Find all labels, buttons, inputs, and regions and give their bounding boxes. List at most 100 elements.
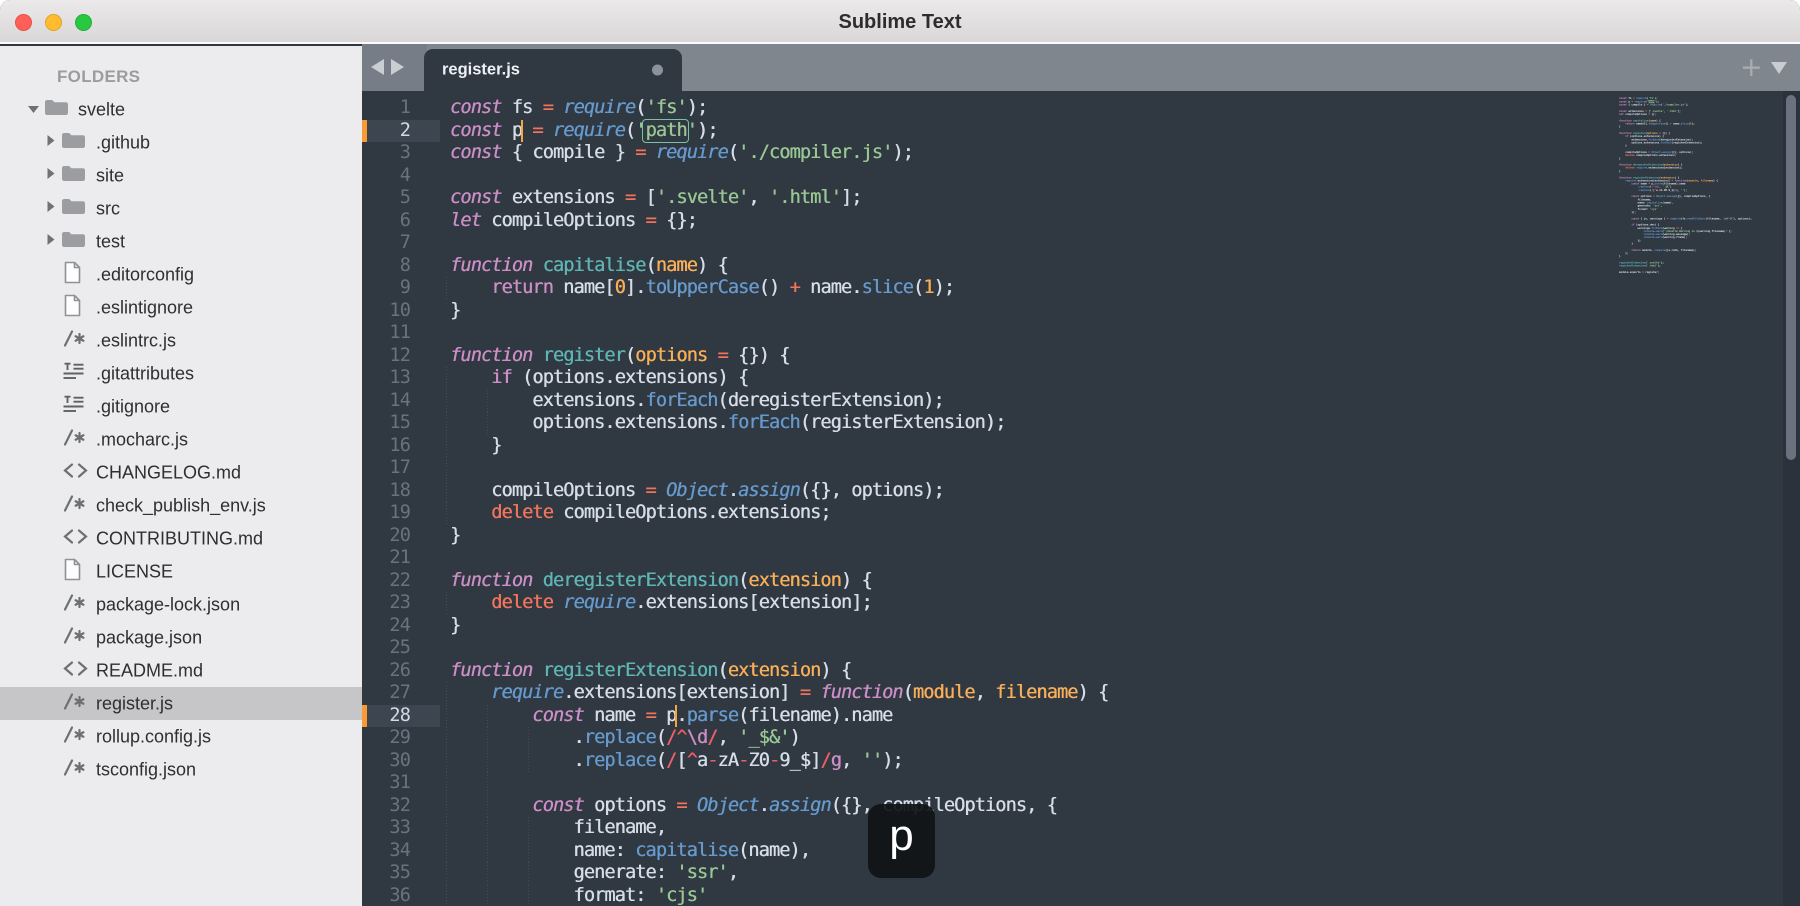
code-line-12[interactable]: function register(options = {}) { xyxy=(450,345,790,368)
code-line-54[interactable]: registerExtension('.html'); xyxy=(1619,264,1661,267)
tree-row-changelog-md[interactable]: CHANGELOG.md xyxy=(0,456,362,489)
tab-register-js[interactable]: register.js xyxy=(424,49,682,91)
folder-icon xyxy=(62,132,85,148)
git-file-icon xyxy=(63,395,84,412)
code-line-37[interactable]: }); xyxy=(1619,211,1636,214)
code-line-24[interactable]: } xyxy=(1619,170,1621,173)
code-line-8[interactable]: function capitalise(name) { xyxy=(450,255,729,278)
tree-row-eslintrc-js[interactable]: .eslintrc.js xyxy=(0,324,362,357)
tab-scroll-right-icon[interactable] xyxy=(391,59,404,75)
line-number: 27 xyxy=(389,682,410,703)
tree-row-eslintignore[interactable]: .eslintignore xyxy=(0,291,362,324)
code-line-56[interactable]: module.exports = register; xyxy=(1619,271,1659,274)
tree-label: CONTRIBUTING.md xyxy=(96,528,264,548)
chevron-right-icon[interactable] xyxy=(46,200,55,213)
code-line-36[interactable]: format: 'cjs' xyxy=(450,885,708,906)
line-number: 8 xyxy=(399,254,411,276)
code-line-3[interactable]: const { compile } = require('./compiler.… xyxy=(1619,103,1689,106)
tree-row-site[interactable]: site xyxy=(0,159,362,192)
code-line-15[interactable]: options.extensions.forEach(registerExten… xyxy=(1619,141,1702,144)
code-line-30[interactable]: .replace(/[^a-zA-Z0-9_$]/g, ''); xyxy=(450,750,903,773)
code-line-32[interactable]: const options = Object.assign({}, compil… xyxy=(450,795,1058,818)
code-line-9[interactable]: return name[0].toUpperCase() + name.slic… xyxy=(450,277,955,300)
editor-pane[interactable]: 1 2 3 4 5 6 7 8 9 10 11 12 13 14 15 16 17 18 19 20 21 22 23 24 2… xyxy=(362,91,1800,906)
tab-overflow-menu-icon[interactable] xyxy=(1771,62,1787,74)
code-line-16[interactable]: } xyxy=(1619,144,1627,147)
tree-row-mocharc-js[interactable]: .mocharc.js xyxy=(0,423,362,456)
tree-row-svelte[interactable]: svelte xyxy=(0,93,362,126)
code-line-6[interactable]: let compileOptions = {}; xyxy=(450,210,698,233)
tree-row-contributing-md[interactable]: CONTRIBUTING.md xyxy=(0,522,362,555)
code-line-35[interactable]: generate: 'ssr', xyxy=(450,862,739,885)
code-line-15[interactable]: options.extensions.forEach(registerExten… xyxy=(450,412,1006,435)
tree-label: .mocharc.js xyxy=(96,429,189,449)
tree-row-readme-md[interactable]: README.md xyxy=(0,654,362,687)
editor-scrollbar-thumb[interactable] xyxy=(1786,95,1796,460)
tab-modified-dot-icon xyxy=(652,64,663,76)
line-number: 18 xyxy=(389,479,410,501)
code-line-3[interactable]: const { compile } = require('./compiler.… xyxy=(450,142,914,165)
code-line-30[interactable]: .replace(/[^a-zA-Z0-9_$]/g, ''); xyxy=(1619,189,1688,192)
code-line-29[interactable]: .replace(/^\d/, '_$&') xyxy=(450,727,800,750)
code-line-10[interactable]: } xyxy=(450,300,461,323)
js-source-file-icon xyxy=(63,626,85,644)
tree-row-tsconfig-json[interactable]: tsconfig.json xyxy=(0,753,362,786)
tree-row-test[interactable]: test xyxy=(0,225,362,258)
keystroke-overlay: p xyxy=(868,804,935,878)
tree-row-check-publish-env-js[interactable]: check_publish_env.js xyxy=(0,489,362,522)
tree-row-license[interactable]: LICENSE xyxy=(0,555,362,588)
chevron-down-icon[interactable] xyxy=(27,104,40,114)
editor-scrollbar-track[interactable] xyxy=(1783,91,1800,906)
chevron-right-icon[interactable] xyxy=(46,233,55,246)
indent-guide xyxy=(446,412,447,435)
line-number: 11 xyxy=(389,322,410,343)
tree-row-gitattributes[interactable]: .gitattributes xyxy=(0,357,362,390)
minimap[interactable]: const fs = require('fs'); const p = requi… xyxy=(1619,97,1754,294)
tree-row-rollup-config-js[interactable]: rollup.config.js xyxy=(0,720,362,753)
code-line-51[interactable]: } xyxy=(1619,255,1621,258)
code-line-23[interactable]: delete require.extensions[extension]; xyxy=(450,592,872,615)
code-line-24[interactable]: } xyxy=(450,615,461,638)
code-line-10[interactable]: } xyxy=(1619,125,1621,128)
code-line-33[interactable]: filename, xyxy=(450,817,666,840)
code-line-23[interactable]: delete require.extensions[extension]; xyxy=(1619,166,1682,169)
line-number: 29 xyxy=(389,727,410,748)
tree-row-register-js[interactable]: register.js xyxy=(0,687,362,720)
code-line-47[interactable]: } xyxy=(1619,242,1633,245)
code-line-26[interactable]: function registerExtension(extension) { xyxy=(450,660,852,683)
chevron-right-icon[interactable] xyxy=(46,134,55,147)
titlebar[interactable]: Sublime Text xyxy=(0,0,1800,44)
code-line-34[interactable]: name: capitalise(name), xyxy=(450,840,810,863)
code-line-13[interactable]: if (options.extensions) { xyxy=(450,367,749,390)
code-line-28[interactable]: const name = p.parse(filename).name xyxy=(450,705,893,728)
git-file-icon xyxy=(63,362,84,379)
code-line-14[interactable]: extensions.forEach(deregisterExtension); xyxy=(450,390,944,413)
code-line-20[interactable]: } xyxy=(450,525,461,548)
plain-file-icon xyxy=(64,261,81,283)
chevron-right-icon[interactable] xyxy=(46,167,55,180)
code-line-5[interactable]: const extensions = ['.svelte', '.html']; xyxy=(450,187,862,210)
line-number: 10 xyxy=(389,299,410,321)
code-line-19[interactable]: delete compileOptions.extensions; xyxy=(1619,154,1676,157)
code-line-6[interactable]: let compileOptions = {}; xyxy=(1619,113,1656,116)
code-line-16[interactable]: } xyxy=(450,435,502,458)
code-line-19[interactable]: delete compileOptions.extensions; xyxy=(450,502,831,525)
tab-scroll-left-icon[interactable] xyxy=(371,59,384,75)
code-line-39[interactable]: const { js, warnings } = compile(fs.read… xyxy=(1619,217,1751,220)
tree-row-editorconfig[interactable]: .editorconfig xyxy=(0,258,362,291)
code-line-9[interactable]: return name[0].toUpperCase() + name.slic… xyxy=(1619,122,1695,125)
code-line-27[interactable]: require.extensions[extension] = function… xyxy=(450,682,1109,705)
tree-row-src[interactable]: src xyxy=(0,192,362,225)
code-line-49[interactable]: return module._compile(js.code, filename… xyxy=(1619,249,1696,252)
tree-row-github[interactable]: .github xyxy=(0,126,362,159)
markup-file-icon xyxy=(63,462,88,478)
tree-row-package-lock-json[interactable]: package-lock.json xyxy=(0,588,362,621)
tree-row-package-json[interactable]: package.json xyxy=(0,621,362,654)
tree-row-gitignore[interactable]: .gitignore xyxy=(0,390,362,423)
new-tab-button[interactable]: + xyxy=(1740,54,1763,81)
code-line-22[interactable]: function deregisterExtension(extension) … xyxy=(450,570,873,593)
code-line-20[interactable]: } xyxy=(1619,157,1621,160)
tree-label: svelte xyxy=(78,99,126,119)
code-line-1[interactable]: const fs = require('fs'); xyxy=(450,97,708,120)
code-line-18[interactable]: compileOptions = Object.assign({}, optio… xyxy=(450,480,945,503)
